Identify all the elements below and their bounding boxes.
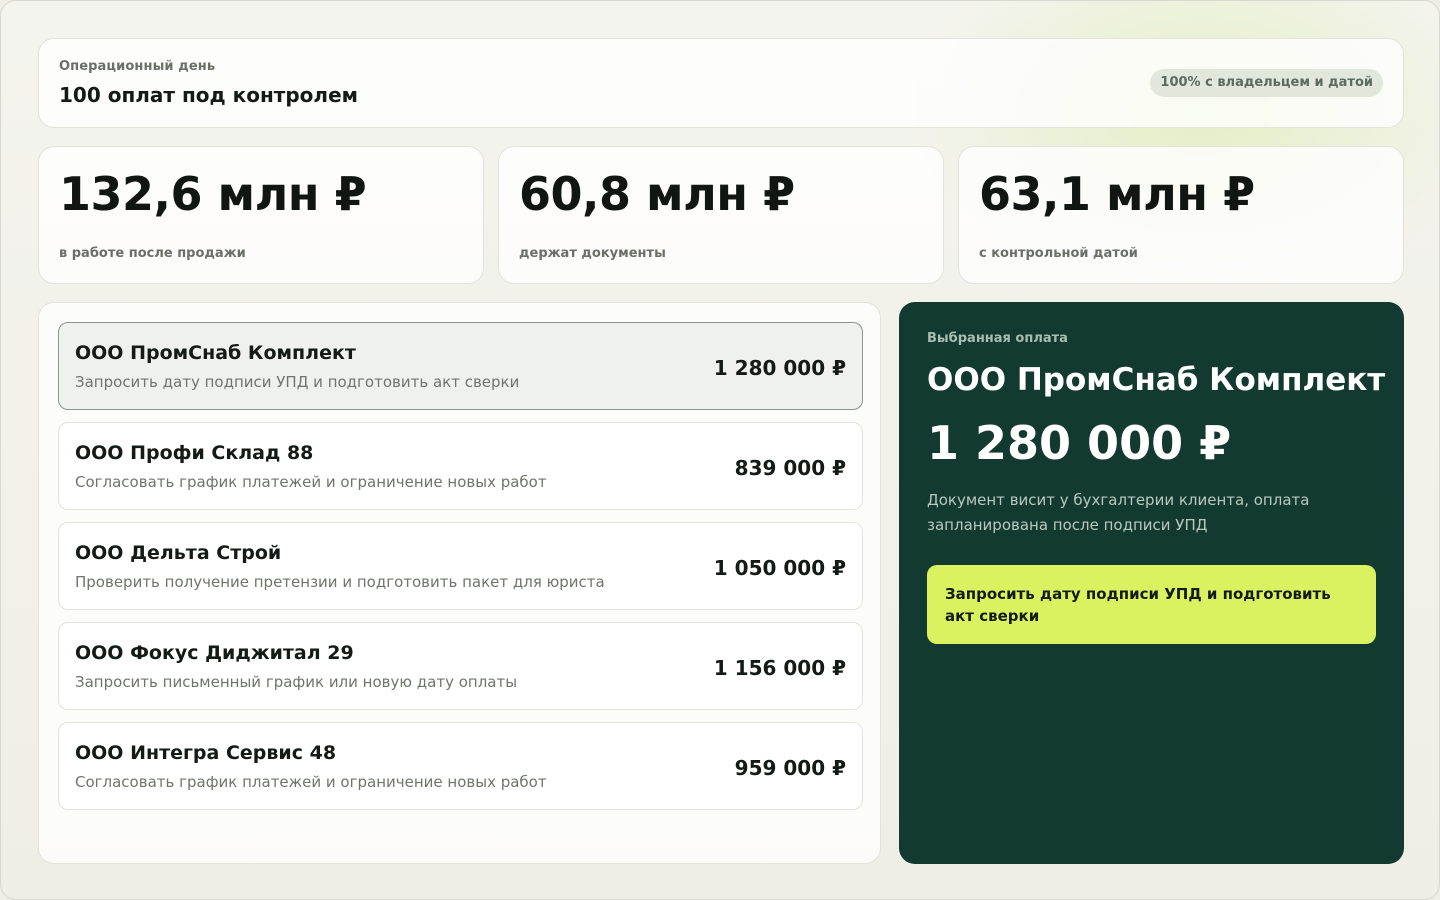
payment-row[interactable]: ООО Дельта Строй Проверить получение пре… bbox=[58, 522, 863, 610]
detail-eyebrow: Выбранная оплата bbox=[927, 331, 1068, 346]
stat-label: с контрольной датой bbox=[979, 246, 1138, 261]
stat-label: держат документы bbox=[519, 246, 666, 261]
payment-company: ООО Интегра Сервис 48 bbox=[75, 742, 337, 764]
payment-amount: 1 280 000 ₽ bbox=[713, 356, 846, 380]
payment-action: Запросить дату подписи УПД и подготовить… bbox=[75, 373, 520, 391]
stat-label: в работе после продажи bbox=[59, 246, 246, 261]
stat-card-control-date: 63,1 млн ₽ с контрольной датой bbox=[958, 146, 1404, 284]
payment-company: ООО ПромСнаб Комплект bbox=[75, 342, 356, 364]
payments-list: ООО ПромСнаб Комплект Запросить дату под… bbox=[38, 302, 881, 864]
payment-amount: 959 000 ₽ bbox=[734, 756, 846, 780]
payment-action: Согласовать график платежей и ограничени… bbox=[75, 473, 547, 491]
header-card: Операционный день 100 оплат под контроле… bbox=[38, 38, 1404, 128]
payment-company: ООО Дельта Строй bbox=[75, 542, 282, 564]
detail-company: ООО ПромСнаб Комплект bbox=[927, 362, 1386, 398]
detail-amount: 1 280 000 ₽ bbox=[927, 416, 1232, 470]
payment-action: Согласовать график платежей и ограничени… bbox=[75, 773, 547, 791]
payment-action: Проверить получение претензии и подготов… bbox=[75, 573, 605, 591]
payment-row[interactable]: ООО Интегра Сервис 48 Согласовать график… bbox=[58, 722, 863, 810]
stat-value: 132,6 млн ₽ bbox=[59, 167, 367, 221]
payment-company: ООО Фокус Диджитал 29 bbox=[75, 642, 354, 664]
page-title: 100 оплат под контролем bbox=[59, 83, 358, 107]
status-badge: 100% с владельцем и датой bbox=[1150, 69, 1383, 97]
payment-amount: 839 000 ₽ bbox=[734, 456, 846, 480]
payment-amount: 1 050 000 ₽ bbox=[713, 556, 846, 580]
payment-row[interactable]: ООО ПромСнаб Комплект Запросить дату под… bbox=[58, 322, 863, 410]
stat-value: 60,8 млн ₽ bbox=[519, 167, 795, 221]
detail-note: Документ висит у бухгалтерии клиента, оп… bbox=[927, 491, 1310, 534]
payment-amount: 1 156 000 ₽ bbox=[713, 656, 846, 680]
stat-card-in-work: 132,6 млн ₽ в работе после продажи bbox=[38, 146, 484, 284]
stat-card-documents: 60,8 млн ₽ держат документы bbox=[498, 146, 944, 284]
app-window: Операционный день 100 оплат под контроле… bbox=[0, 0, 1440, 900]
stat-value: 63,1 млн ₽ bbox=[979, 167, 1255, 221]
payment-company: ООО Профи Склад 88 bbox=[75, 442, 314, 464]
next-action-button[interactable]: Запросить дату подписи УПД и подготовить… bbox=[927, 565, 1376, 644]
header-eyebrow: Операционный день bbox=[59, 59, 216, 74]
selected-payment-panel: Выбранная оплата ООО ПромСнаб Комплект 1… bbox=[899, 302, 1404, 864]
payment-action: Запросить письменный график или новую да… bbox=[75, 673, 518, 691]
payment-row[interactable]: ООО Профи Склад 88 Согласовать график пл… bbox=[58, 422, 863, 510]
payment-row[interactable]: ООО Фокус Диджитал 29 Запросить письменн… bbox=[58, 622, 863, 710]
